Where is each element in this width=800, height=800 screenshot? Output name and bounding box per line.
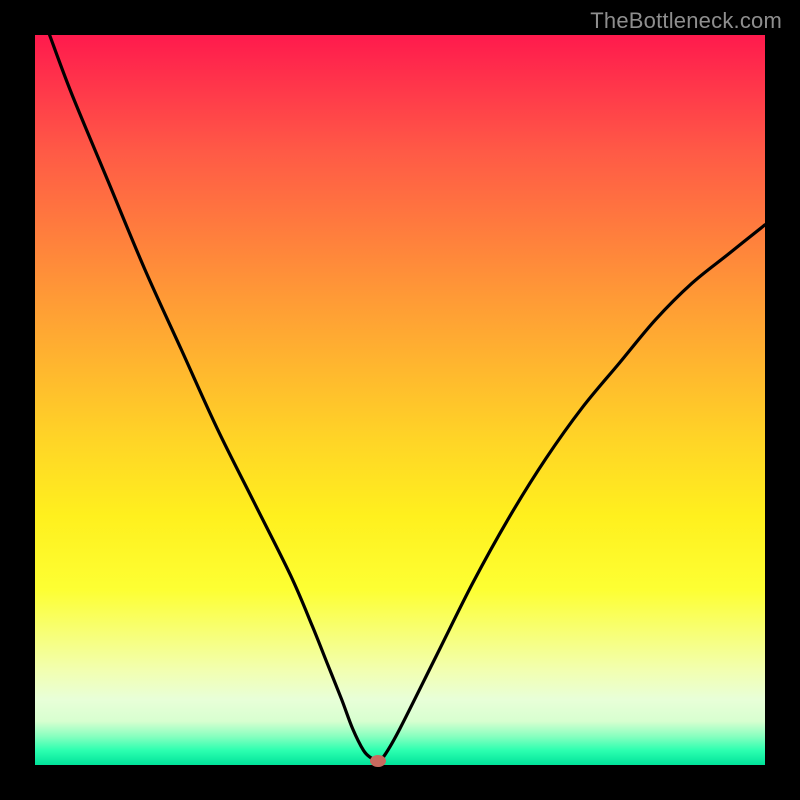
plot-area: [35, 35, 765, 765]
bottleneck-curve: [35, 35, 765, 765]
chart-frame: TheBottleneck.com: [0, 0, 800, 800]
watermark-text: TheBottleneck.com: [590, 8, 782, 34]
optimal-point-marker: [370, 755, 386, 767]
